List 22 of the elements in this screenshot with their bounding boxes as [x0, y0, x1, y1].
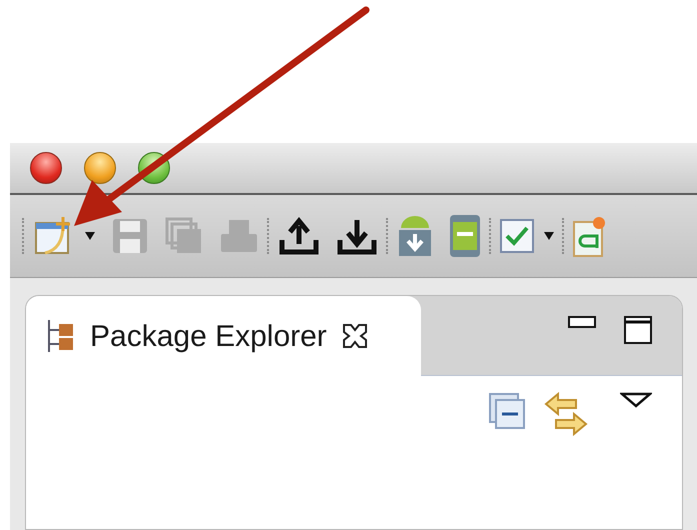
android-device-icon — [449, 214, 481, 258]
stacked-disks-icon — [165, 217, 203, 255]
toolbar-button[interactable] — [500, 219, 554, 253]
new-class-icon — [573, 214, 605, 258]
minimize-window-button[interactable] — [84, 152, 116, 184]
package-tree-icon — [46, 318, 76, 354]
minimize-icon[interactable] — [568, 316, 596, 328]
upload-icon — [278, 216, 320, 256]
link-arrows-icon[interactable] — [544, 392, 588, 436]
printer-icon — [219, 218, 259, 254]
view-tab[interactable]: Package Explorer — [26, 296, 421, 376]
checkbox-icon — [500, 219, 534, 253]
close-window-button[interactable] — [30, 152, 62, 184]
caret-icon — [544, 232, 554, 240]
toolbar-button[interactable] — [278, 216, 320, 256]
close-icon[interactable] — [340, 322, 369, 350]
caret-icon — [85, 232, 95, 240]
collapse-all-icon[interactable] — [488, 392, 526, 430]
maximize-icon[interactable] — [624, 316, 652, 344]
tab-label: Package Explorer — [90, 318, 327, 354]
android-download-icon — [397, 214, 433, 258]
view-menu-icon[interactable] — [620, 392, 652, 408]
